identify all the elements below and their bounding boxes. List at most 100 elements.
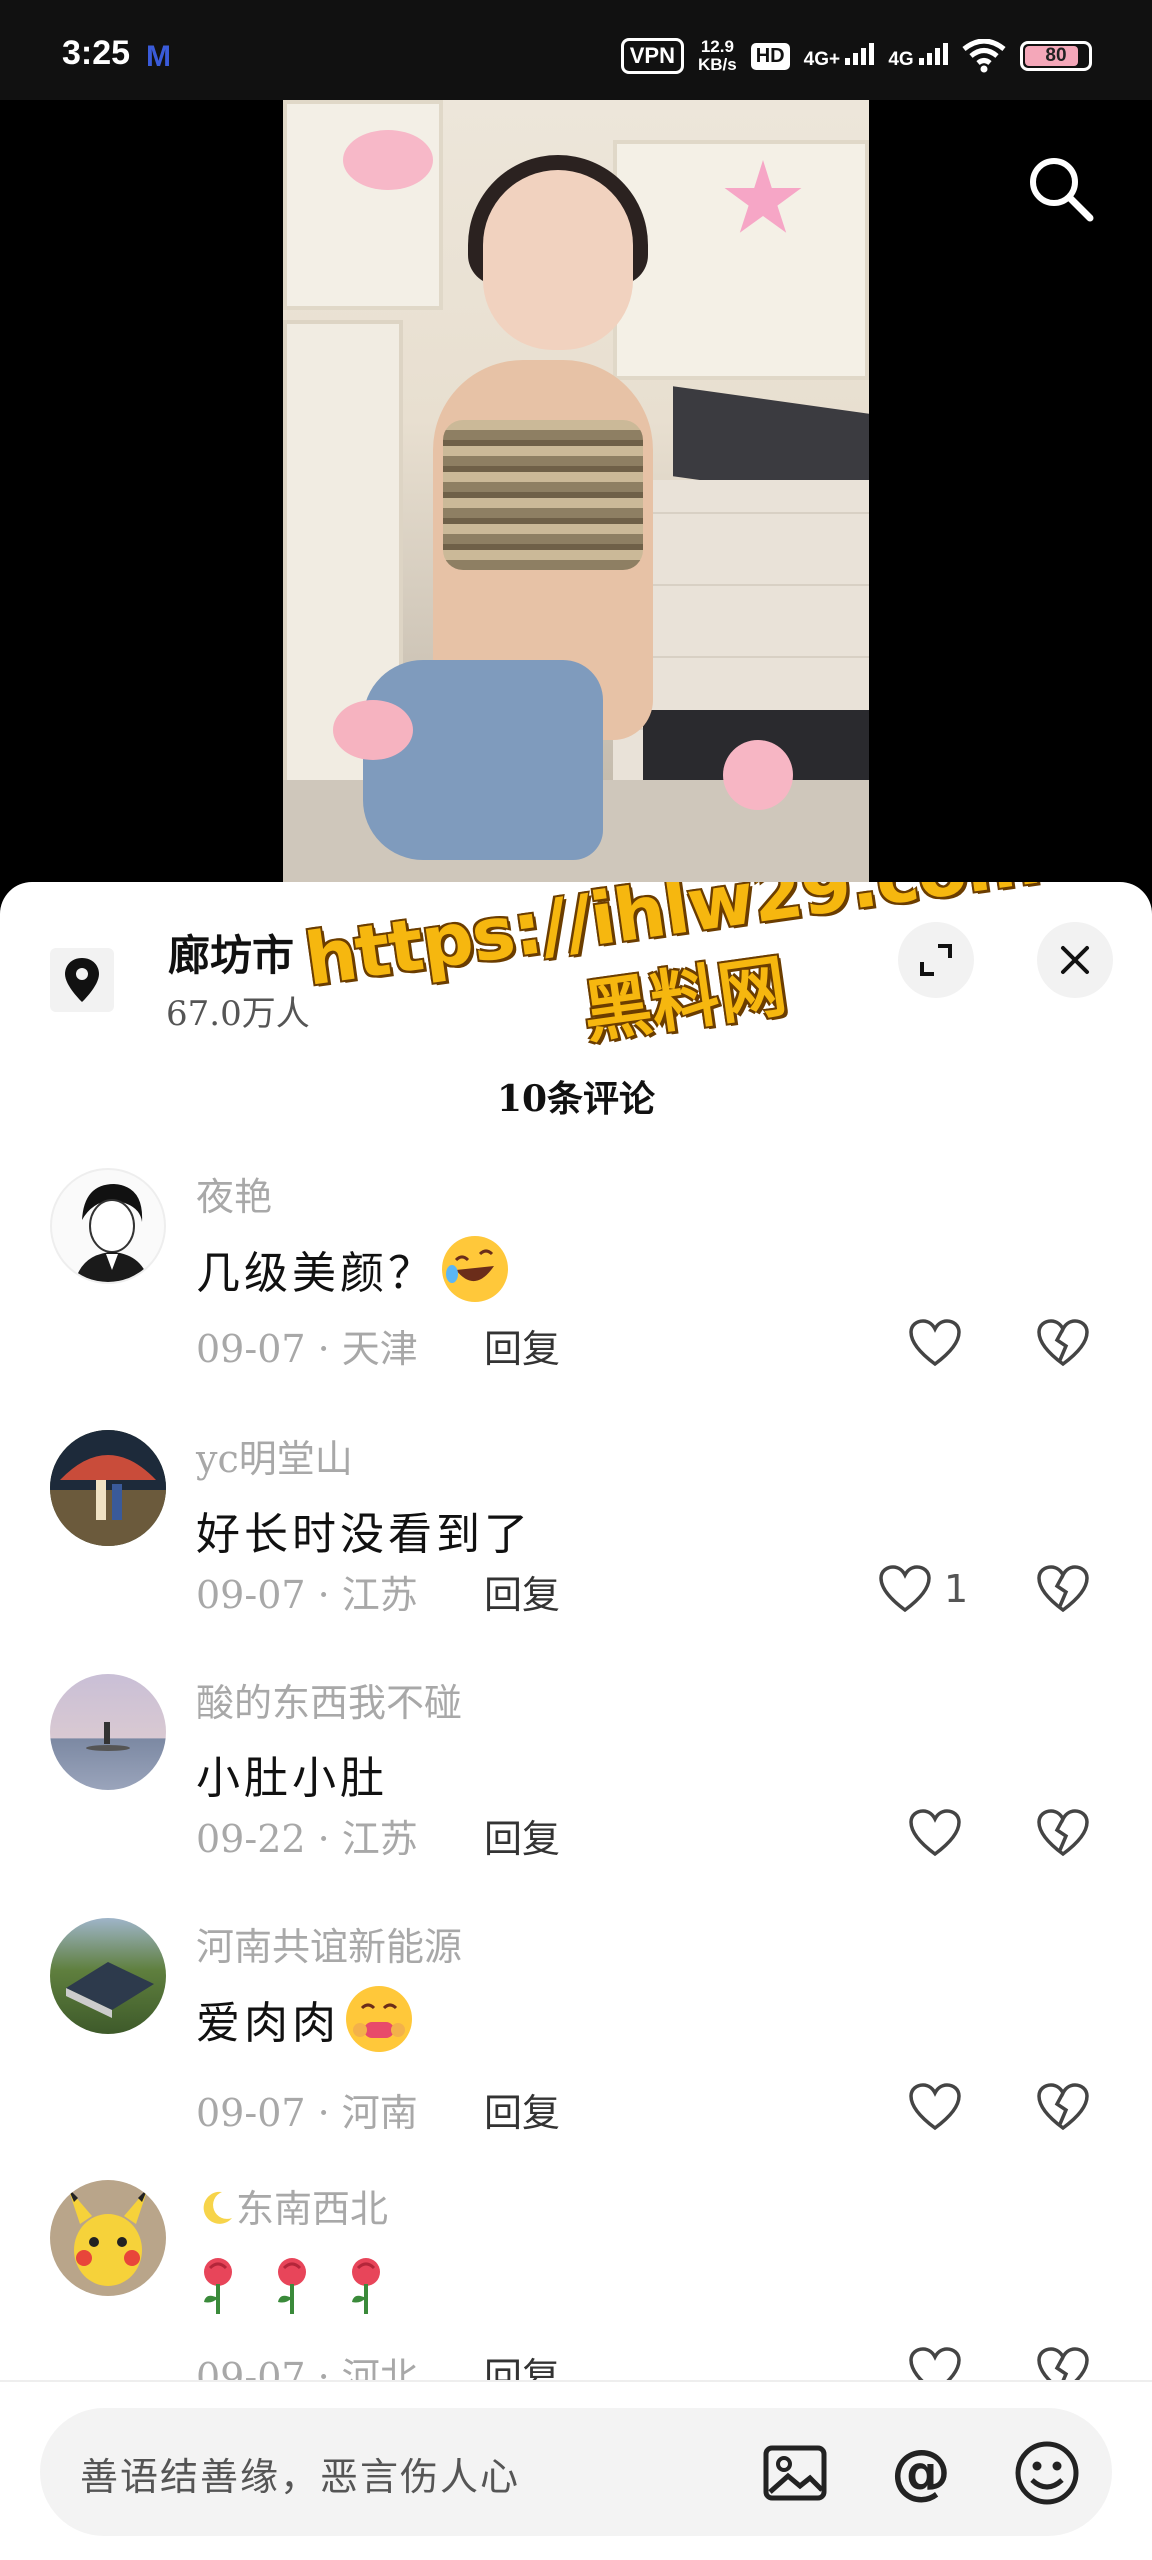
broken-heart-icon <box>1037 1319 1089 1367</box>
battery-icon: 80 <box>1020 41 1092 71</box>
flower-sticker-icon <box>723 740 793 810</box>
expand-button[interactable] <box>898 922 974 998</box>
comment-date: 09-07 <box>196 2091 306 2135</box>
wifi-icon <box>962 39 1006 73</box>
dislike-button[interactable] <box>1036 1564 1090 1618</box>
mention-icon[interactable]: @ <box>886 2438 956 2508</box>
close-button[interactable] <box>1037 922 1113 998</box>
network-speed: 12.9 KB/s <box>698 38 737 74</box>
video-frame[interactable] <box>283 100 869 900</box>
signal-4g-plus: 4G+ <box>803 42 875 70</box>
comment-body: 小肚小肚 <box>196 1753 388 1804</box>
speed-value: 12.9 <box>700 37 734 56</box>
vpn-badge: VPN <box>620 38 684 74</box>
location-name[interactable]: 廊坊市 <box>168 922 294 983</box>
broken-heart-icon <box>1037 1809 1089 1857</box>
comment-text: 几级美颜？ <box>196 1236 508 1302</box>
comment-count: 10条评论 <box>496 1078 656 1120</box>
rolling-laughing-emoji <box>442 1236 508 1302</box>
status-indicators: VPN 12.9 KB/s HD 4G+ 4G 80 <box>620 34 1092 78</box>
comment-author[interactable]: yc明堂山 <box>196 1428 353 1483</box>
like-button[interactable]: 1 <box>878 1564 968 1614</box>
like-button[interactable] <box>908 2082 974 2132</box>
net-type-2: 4G <box>888 48 914 70</box>
kitchen-cabinet <box>283 100 443 310</box>
heart-icon <box>909 1319 961 1367</box>
svg-text:@: @ <box>891 2438 951 2507</box>
comment-region: 天津 <box>341 1327 418 1371</box>
dislike-button[interactable] <box>1036 2082 1090 2136</box>
video-player[interactable] <box>0 100 1152 900</box>
comment-input-bar: 善语结善缘，恶言伤人心 @ <box>0 2380 1152 2560</box>
location-views: 67.0万人 <box>166 994 310 1034</box>
rose-emoji <box>270 2256 314 2316</box>
comment-meta: 09-07 · 天津 <box>196 1327 418 1371</box>
comment-author[interactable]: 河南共谊新能源 <box>196 1916 462 1971</box>
comment-meta: 09-07 · 河南 <box>196 2091 418 2135</box>
status-bar: 3:25 M VPN 12.9 KB/s HD 4G+ 4G 80 <box>0 0 1152 100</box>
avatar[interactable] <box>50 1674 166 1790</box>
person-face <box>483 170 633 350</box>
comment-meta: 09-22 · 江苏 <box>196 1817 418 1861</box>
comment-input[interactable]: 善语结善缘，恶言伤人心 @ <box>40 2408 1112 2536</box>
speed-unit: KB/s <box>698 55 737 74</box>
carrier-logo-icon: M <box>146 40 171 73</box>
reply-button[interactable]: 回复 <box>484 1318 560 1373</box>
heart-icon <box>909 2083 961 2131</box>
dislike-button[interactable] <box>1036 1318 1090 1372</box>
comment-author[interactable]: 东南西北 <box>196 2178 388 2233</box>
reply-button[interactable]: 回复 <box>484 1564 560 1619</box>
like-button[interactable] <box>908 1808 974 1858</box>
reply-button[interactable]: 回复 <box>484 2082 560 2137</box>
avatar[interactable] <box>50 1430 166 1546</box>
comment-text: 小肚小肚 <box>196 1742 388 1806</box>
comment-date: 09-07 <box>196 1573 306 1617</box>
status-time: 3:25 <box>62 34 131 72</box>
reply-button[interactable]: 回复 <box>484 1808 560 1863</box>
drooling-face-emoji <box>346 1986 412 2052</box>
comment-meta: 09-07 · 江苏 <box>196 1573 418 1617</box>
heart-icon <box>879 1565 931 1613</box>
comment-text <box>196 2256 412 2316</box>
comment-region: 江苏 <box>341 1573 418 1617</box>
comment-body: 好长时没看到了 <box>196 1509 532 1560</box>
comment-text: 爱肉肉 <box>196 1986 412 2052</box>
broken-heart-icon <box>1037 2083 1089 2131</box>
rose-emoji <box>344 2256 388 2316</box>
image-icon[interactable] <box>760 2438 830 2508</box>
emoji-icon[interactable] <box>1012 2438 1082 2508</box>
hd-badge: HD <box>750 42 790 70</box>
comment-region: 河南 <box>341 2091 418 2135</box>
comment-body: 爱肉肉 <box>196 1998 340 2049</box>
sheep-sticker-icon <box>343 130 433 190</box>
striped-top <box>443 420 643 570</box>
like-button[interactable] <box>908 1318 974 1368</box>
signal-4g: 4G <box>888 42 948 70</box>
like-count: 1 <box>944 1567 969 1611</box>
dislike-button[interactable] <box>1036 1808 1090 1862</box>
signal-bars-icon <box>845 42 875 65</box>
kitchen-cabinet <box>613 140 869 380</box>
rose-emoji <box>196 2256 240 2316</box>
location-pin-icon[interactable] <box>50 948 114 1012</box>
comment-body: 几级美颜？ <box>196 1248 436 1299</box>
comment-region: 江苏 <box>341 1817 418 1861</box>
crescent-moon-icon <box>196 2188 236 2228</box>
search-icon[interactable] <box>1024 152 1096 224</box>
avatar[interactable] <box>50 1168 166 1284</box>
comment-date: 09-07 <box>196 1327 306 1371</box>
avatar[interactable] <box>50 1918 166 2034</box>
comment-text: 好长时没看到了 <box>196 1498 532 1562</box>
signal-bars-icon <box>919 42 948 65</box>
net-type-1: 4G+ <box>803 48 841 70</box>
close-icon <box>1061 946 1089 974</box>
expand-icon <box>920 944 952 976</box>
comment-author[interactable]: 夜艳 <box>196 1166 272 1221</box>
comment-sheet: 廊坊市 67.0万人 10条评论 https://ihlw29.com 黑料网 … <box>0 882 1152 2560</box>
comment-author[interactable]: 酸的东西我不碰 <box>196 1672 462 1727</box>
bear-sticker-icon <box>333 700 413 760</box>
battery-level: 80 <box>1045 45 1067 66</box>
comment-author-name: 东南西北 <box>236 2187 389 2231</box>
avatar[interactable] <box>50 2180 166 2296</box>
broken-heart-icon <box>1037 1565 1089 1613</box>
